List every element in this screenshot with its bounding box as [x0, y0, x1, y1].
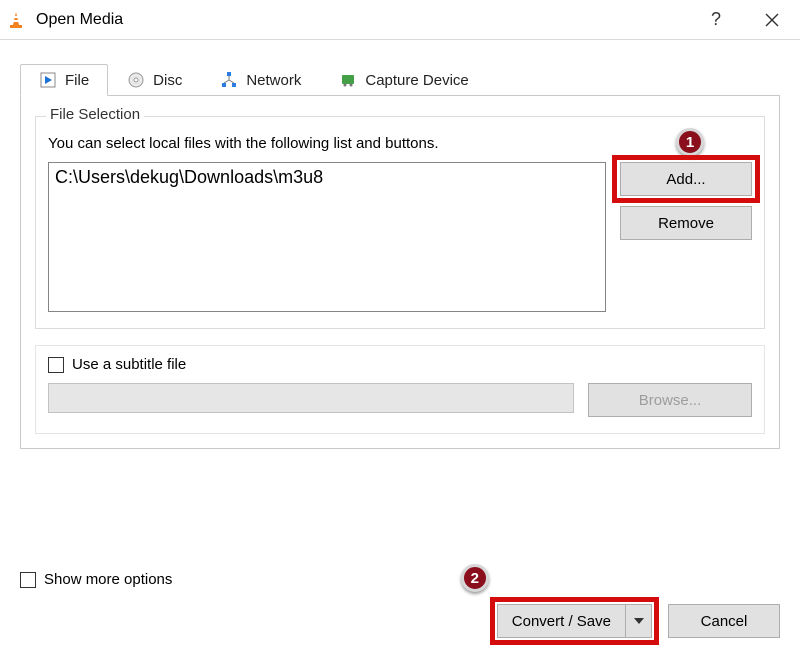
tab-network[interactable]: Network [201, 64, 320, 96]
subtitle-checkbox-label: Use a subtitle file [72, 356, 186, 373]
close-icon [765, 13, 779, 27]
convert-save-button[interactable]: Convert / Save [497, 604, 652, 638]
tab-disc-label: Disc [153, 72, 182, 89]
file-play-icon [39, 71, 57, 89]
file-list[interactable]: C:\Users\dekug\Downloads\m3u8 [48, 162, 606, 312]
show-more-label: Show more options [44, 571, 172, 588]
show-more-row: Show more options [20, 571, 172, 588]
title-bar: Open Media ? [0, 0, 800, 40]
add-button[interactable]: Add... [620, 162, 752, 196]
tab-capture[interactable]: Capture Device [320, 64, 487, 96]
callout-2: 2 [461, 564, 489, 592]
chevron-down-icon [634, 618, 644, 624]
convert-save-label: Convert / Save [512, 613, 611, 630]
help-button[interactable]: ? [688, 0, 744, 40]
subtitle-group: Use a subtitle file Browse... [35, 345, 765, 434]
client-area: File Disc Network Capture Device File Se… [0, 40, 800, 465]
subtitle-checkbox[interactable] [48, 357, 64, 373]
cancel-button[interactable]: Cancel [668, 604, 780, 638]
tab-file-label: File [65, 72, 89, 89]
footer-buttons: 2 Convert / Save Cancel [497, 604, 780, 638]
subtitle-path-input [48, 383, 574, 413]
tab-disc[interactable]: Disc [108, 64, 201, 96]
convert-save-dropdown[interactable] [626, 604, 652, 638]
cancel-button-label: Cancel [701, 613, 748, 630]
vlc-cone-icon [6, 10, 26, 30]
file-selection-legend: File Selection [46, 106, 144, 123]
add-button-label: Add... [666, 171, 705, 188]
tab-network-label: Network [246, 72, 301, 89]
file-selection-desc: You can select local files with the foll… [48, 135, 752, 152]
show-more-checkbox[interactable] [20, 572, 36, 588]
file-selection-group: File Selection You can select local file… [35, 116, 765, 329]
browse-button: Browse... [588, 383, 752, 417]
network-icon [220, 71, 238, 89]
tab-file[interactable]: File [20, 64, 108, 96]
browse-button-label: Browse... [639, 392, 702, 409]
disc-icon [127, 71, 145, 89]
file-list-item[interactable]: C:\Users\dekug\Downloads\m3u8 [55, 167, 599, 188]
capture-device-icon [339, 71, 357, 89]
close-button[interactable] [744, 0, 800, 40]
tab-capture-label: Capture Device [365, 72, 468, 89]
window-title: Open Media [36, 11, 123, 29]
remove-button-label: Remove [658, 215, 714, 232]
tab-strip: File Disc Network Capture Device [20, 64, 780, 96]
tab-panel-file: File Selection You can select local file… [20, 95, 780, 449]
remove-button[interactable]: Remove [620, 206, 752, 240]
